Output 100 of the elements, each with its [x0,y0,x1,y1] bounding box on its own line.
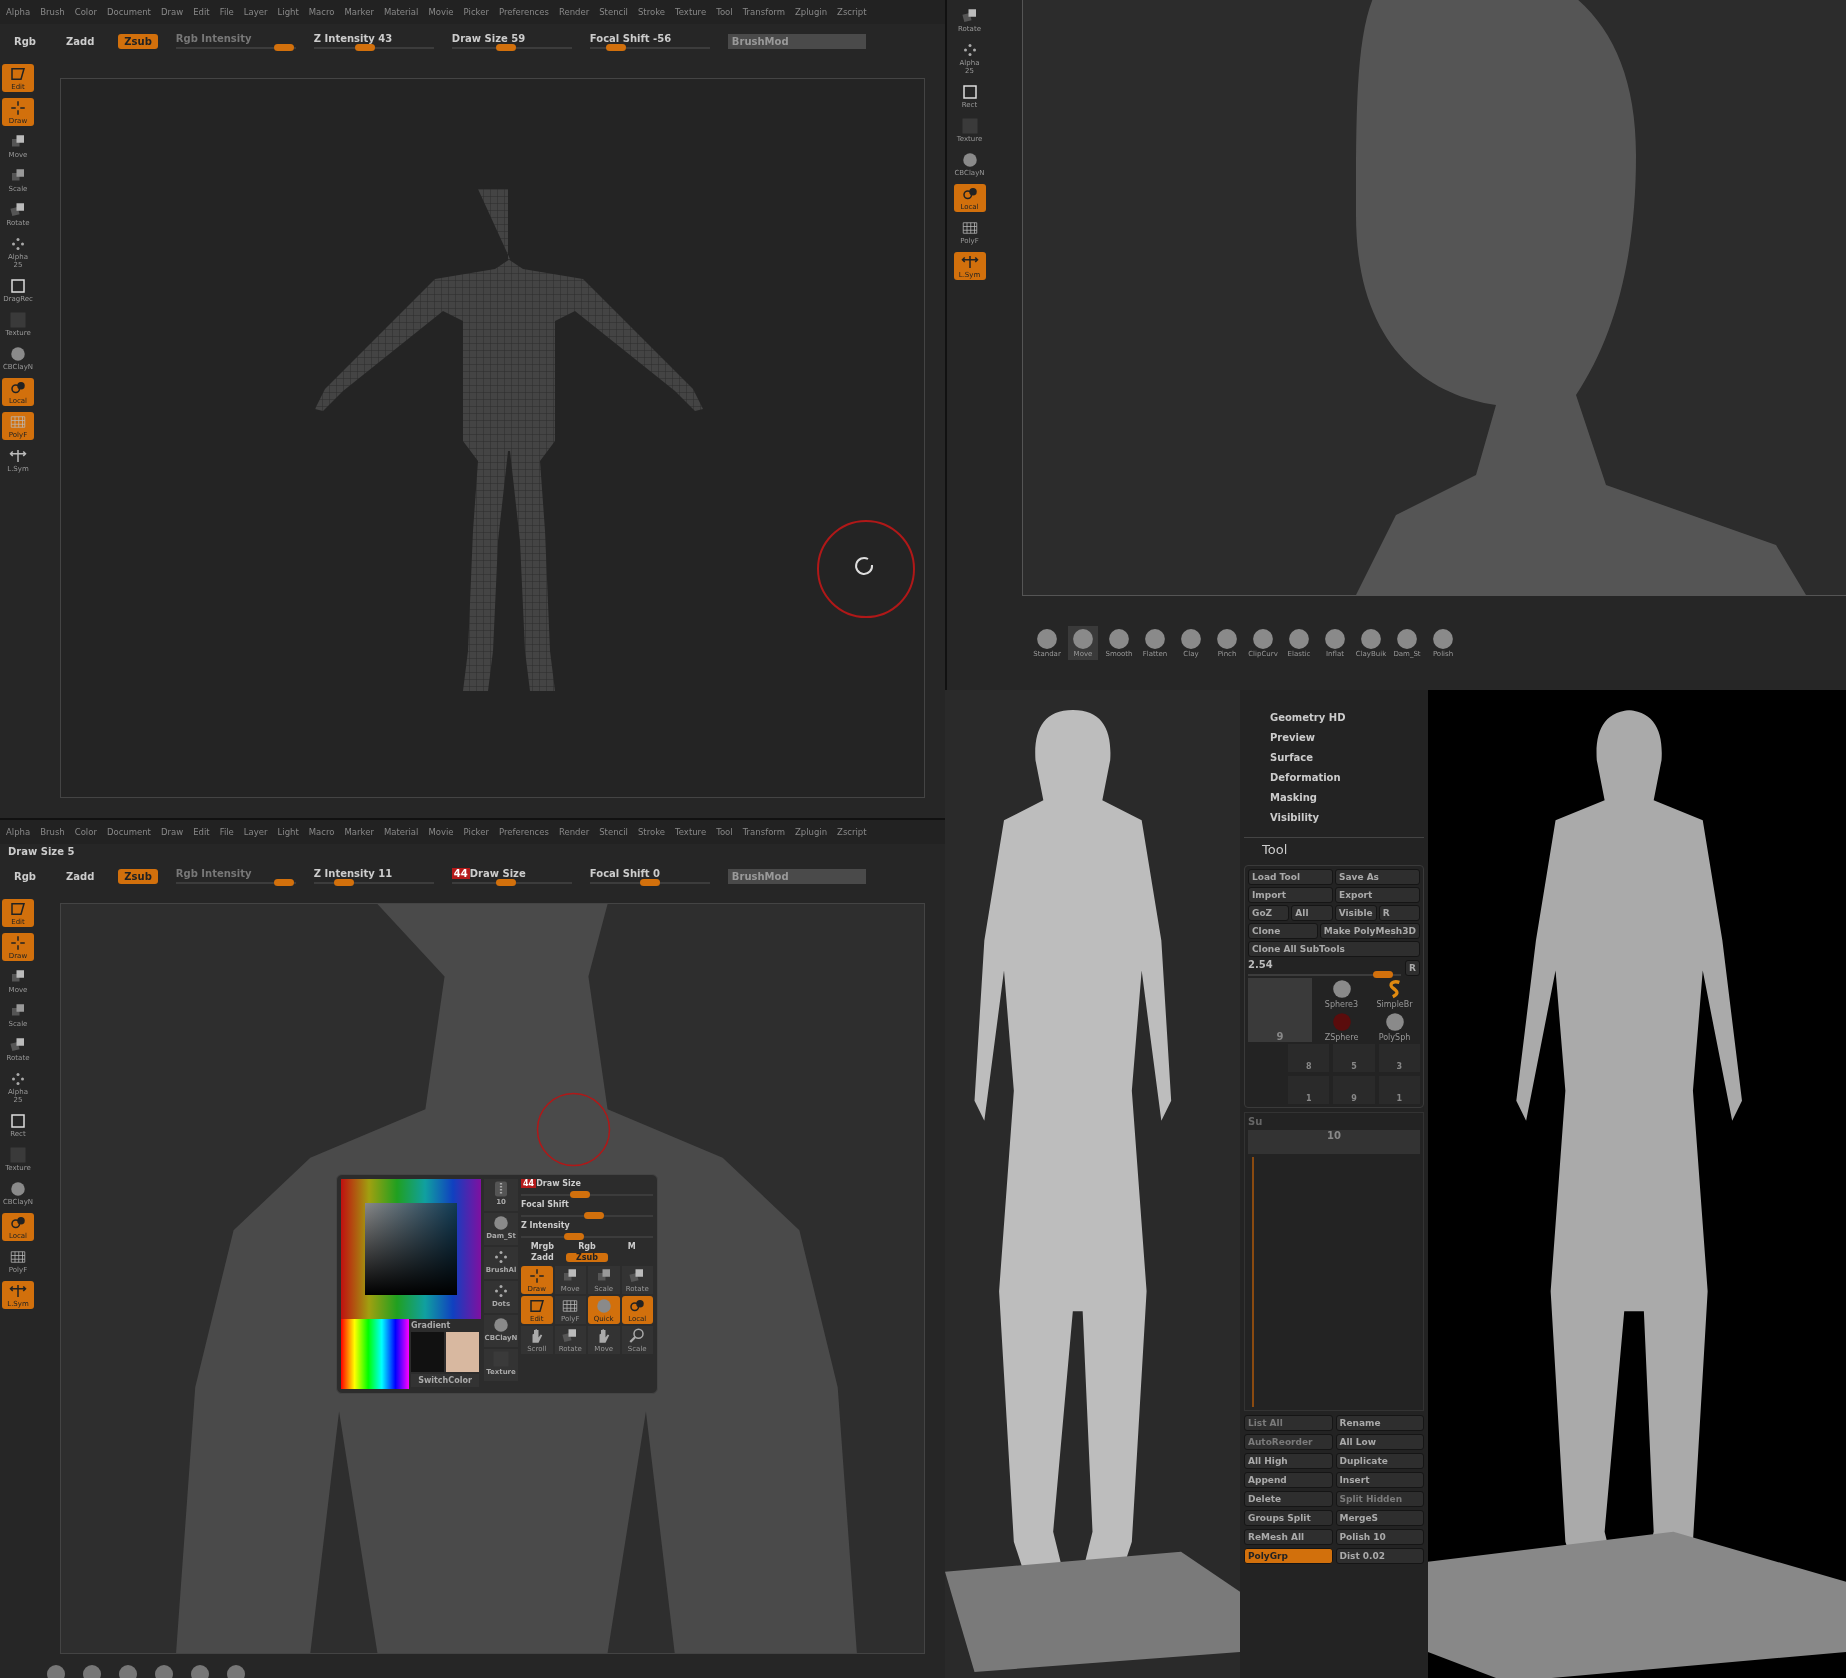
slider-thumb[interactable] [495,44,516,51]
menu-item[interactable]: File [219,7,234,17]
menu-item[interactable]: Layer [243,827,268,837]
menu-item[interactable]: Movie [428,827,454,837]
menu-item[interactable]: Edit [193,7,210,17]
tool-button[interactable]: Save As [1335,869,1420,885]
menu-item[interactable]: Texture [675,7,707,17]
menu-item[interactable]: Transform [742,827,785,837]
menu-item[interactable]: Document [106,7,151,17]
slider[interactable]: Z Intensity 43 [313,33,434,49]
mode-button[interactable]: Zadd [60,33,101,49]
tool-thumbnail[interactable]: PolySph [1369,1011,1420,1042]
menu-item[interactable]: Texture [675,827,707,837]
tool-button[interactable]: Export [1335,887,1420,903]
brush-icon[interactable] [118,1664,138,1678]
tool-button[interactable]: Delete [1244,1491,1333,1507]
mode-button[interactable]: Zsub [118,33,158,49]
menu-item[interactable]: Render [558,7,590,17]
tool-button[interactable]: Clone [1248,923,1318,939]
slider-thumb[interactable] [563,1233,584,1240]
slider[interactable]: 44 Draw Size [451,868,572,884]
menu-item[interactable]: Light [277,827,299,837]
tool-thumbnail[interactable]: ZSphere [1316,1011,1367,1042]
tool-button[interactable]: Clone All SubTools [1248,941,1420,957]
menu-item[interactable]: Stroke [637,827,666,837]
slider[interactable]: Focal Shift [521,1200,653,1217]
slider[interactable]: 44 Draw Size [521,1179,653,1196]
menu-item[interactable]: Marker [344,7,374,17]
slider[interactable]: Focal Shift 0 [589,868,710,884]
slider[interactable]: Draw Size 59 [451,33,572,49]
menu-item[interactable]: Picker [463,827,489,837]
tool-button[interactable]: Visible [1334,905,1377,921]
tool-button[interactable]: ReMesh All [1244,1529,1333,1545]
mode-button[interactable]: Mrgb [521,1242,564,1251]
menu-item[interactable]: Alpha [6,827,31,837]
switch-color-button[interactable]: SwitchColor [411,1374,479,1387]
menu-item[interactable]: Color [74,827,97,837]
tool-thumbnail[interactable]: Sphere3 [1316,978,1367,1009]
mode-button[interactable]: Rgb [8,33,43,49]
menu-section[interactable]: Preview [1270,732,1398,743]
tool-button[interactable]: Make PolyMesh3D [1319,923,1420,939]
menu-item[interactable]: Edit [193,827,210,837]
slider[interactable]: Z Intensity [521,1221,653,1238]
tool-button[interactable]: PolyGrp [1244,1548,1333,1564]
menu-item[interactable]: Marker [344,827,374,837]
mode-button[interactable]: Rgb [8,868,43,884]
tool-button[interactable]: All [1291,905,1333,921]
brush-icon[interactable] [82,1664,102,1678]
menu-item[interactable]: Stencil [599,7,628,17]
tool-thumbnail[interactable]: 5 [1333,1044,1375,1072]
tool-button[interactable]: Polish 10 [1335,1529,1424,1545]
tool-button[interactable]: Rename [1335,1415,1424,1431]
menu-item[interactable]: Material [383,7,419,17]
menu-item[interactable]: Stencil [599,827,628,837]
slider[interactable]: Focal Shift -56 [589,33,710,49]
menu-item[interactable]: Light [277,7,299,17]
tool-thumbnail[interactable]: 9 [1333,1076,1375,1104]
slider-thumb[interactable] [273,44,294,51]
brushmod-field[interactable]: BrushMod [727,868,866,884]
menu-item[interactable]: Macro [308,7,335,17]
slider-thumb[interactable] [639,879,660,886]
color-swatch[interactable] [411,1332,444,1372]
slider-thumb[interactable] [583,1212,604,1219]
brush-icon[interactable] [46,1664,66,1678]
brushmod-field[interactable]: BrushMod [727,33,866,49]
menu-item[interactable]: Movie [428,7,454,17]
menu-item[interactable]: Transform [742,7,785,17]
menu-item[interactable]: File [219,827,234,837]
slider-thumb[interactable] [570,1191,591,1198]
tool-button[interactable]: Insert [1335,1472,1424,1488]
menu-item[interactable]: Tool [716,827,733,837]
menu-section[interactable]: Visibility [1270,812,1398,823]
tool-button[interactable]: Duplicate [1335,1453,1424,1469]
menu-item[interactable]: Macro [308,827,335,837]
menu-item[interactable]: Picker [463,7,489,17]
menu-item[interactable]: Tool [716,7,733,17]
menu-item[interactable]: Zscript [837,7,867,17]
slider-thumb[interactable] [495,879,516,886]
color-picker[interactable] [341,1179,481,1319]
tool-button[interactable]: All Low [1335,1434,1424,1450]
slider[interactable]: Rgb Intensity [175,33,296,49]
slider-thumb[interactable] [273,879,294,886]
slider-thumb[interactable] [355,44,376,51]
menu-section[interactable]: Geometry HD [1270,712,1398,723]
brush-icon[interactable] [226,1664,246,1678]
slider[interactable]: Rgb Intensity [175,868,296,884]
tool-thumbnail[interactable]: 8 [1288,1044,1330,1072]
subtool-item[interactable]: 10 [1248,1130,1420,1154]
menu-item[interactable]: Draw [160,827,184,837]
reset-button[interactable]: R [1405,959,1420,976]
menu-item[interactable]: Color [74,7,97,17]
menu-item[interactable]: Brush [40,827,65,837]
slider-thumb[interactable] [606,44,627,51]
menu-item[interactable]: Zplugin [794,7,828,17]
menu-item[interactable]: Alpha [6,7,31,17]
menu-item[interactable]: Zscript [837,827,867,837]
mode-button[interactable]: M [610,1242,653,1251]
tool-button[interactable]: Groups Split [1244,1510,1333,1526]
menu-item[interactable]: Material [383,827,419,837]
menu-item[interactable]: Stroke [637,7,666,17]
